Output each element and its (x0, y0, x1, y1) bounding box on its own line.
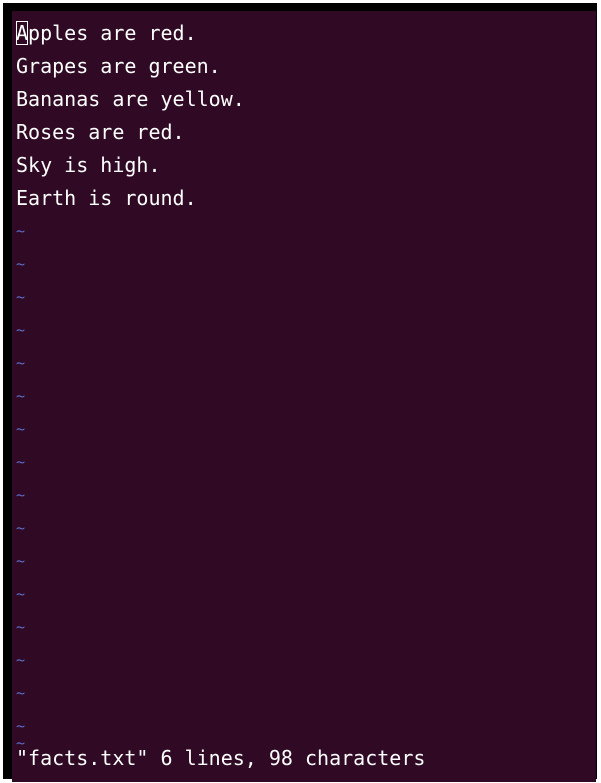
empty-line-tilde: ~ (16, 354, 26, 372)
empty-line-tilde: ~ (16, 222, 26, 240)
vim-editor[interactable]: Apples are red. Grapes are green. Banana… (12, 11, 596, 782)
empty-line-tilde: ~ (16, 618, 26, 636)
line-text: pples are red. (28, 21, 197, 45)
empty-line-tilde: ~ (16, 255, 26, 273)
text-line-1[interactable]: Apples are red. (16, 17, 197, 50)
empty-line-tilde: ~ (16, 519, 26, 537)
text-line-4[interactable]: Roses are red. (16, 116, 185, 149)
empty-line-tilde: ~ (16, 387, 26, 405)
text-line-2[interactable]: Grapes are green. (16, 50, 221, 83)
empty-line-tilde: ~ (16, 486, 26, 504)
text-line-5[interactable]: Sky is high. (16, 149, 161, 182)
empty-line-tilde: ~ (16, 288, 26, 306)
empty-line-tilde: ~ (16, 585, 26, 603)
empty-line-tilde: ~ (16, 552, 26, 570)
status-line: "facts.txt" 6 lines, 98 characters (16, 746, 426, 770)
text-line-6[interactable]: Earth is round. (16, 182, 197, 215)
empty-line-tilde: ~ (16, 321, 26, 339)
empty-line-tilde: ~ (16, 420, 26, 438)
text-line-3[interactable]: Bananas are yellow. (16, 83, 245, 116)
text-cursor: A (16, 21, 29, 45)
empty-line-tilde: ~ (16, 453, 26, 471)
terminal-frame: Apples are red. Grapes are green. Banana… (3, 3, 597, 782)
empty-line-tilde: ~ (16, 684, 26, 702)
empty-line-tilde: ~ (16, 651, 26, 669)
